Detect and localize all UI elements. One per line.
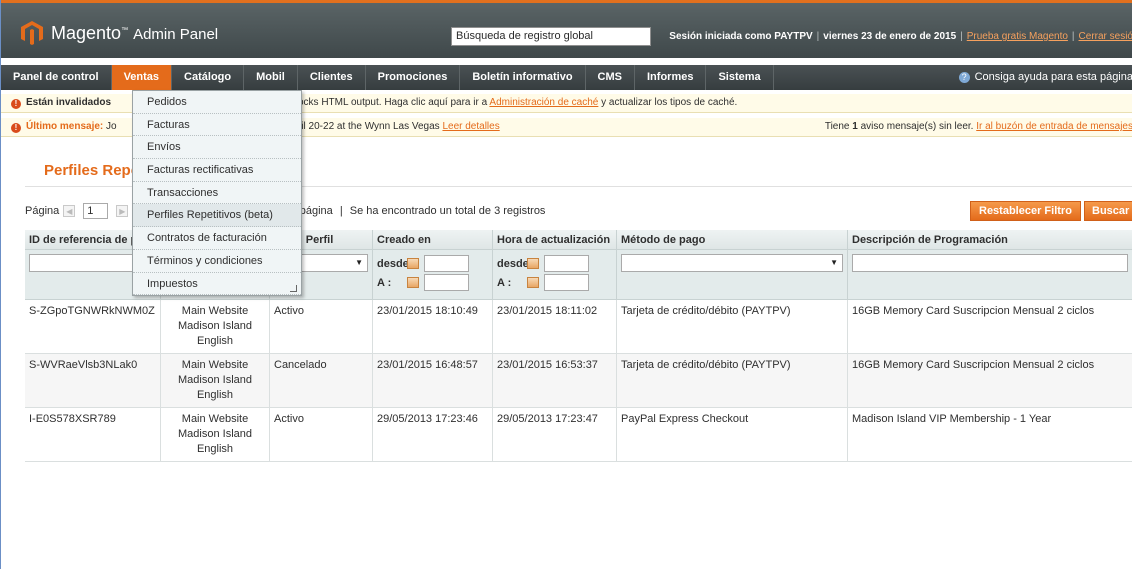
cell-updated: 29/05/2013 17:23:47: [493, 408, 617, 461]
nav-system[interactable]: Sistema: [706, 65, 774, 90]
cell-method: PayPal Express Checkout: [617, 408, 848, 461]
nav-dashboard[interactable]: Panel de control: [1, 65, 112, 90]
cell-description: 16GB Memory Card Suscripcion Mensual 2 c…: [848, 300, 1132, 353]
nav-catalog[interactable]: Catálogo: [172, 65, 245, 90]
session-date: viernes 23 de enero de 2015: [823, 31, 957, 42]
page-number-input[interactable]: 1: [83, 203, 109, 219]
message-body: ril 20-22 at the Wynn Las Vegas Leer det…: [298, 121, 500, 132]
warning-icon: !: [11, 123, 21, 133]
table-row[interactable]: S-ZGpoTGNWRkNWM0Z Main Website Madison Is…: [25, 300, 1132, 354]
pager: Página ◀ 1 ▶: [25, 203, 132, 219]
nav-newsletter[interactable]: Boletín informativo: [460, 65, 586, 90]
menu-item-transactions[interactable]: Transacciones: [133, 182, 301, 205]
notice-body: ocks HTML output. Haga clic aquí para ir…: [298, 97, 738, 108]
session-info: Sesión iniciada como PAYTPV | viernes 23 d…: [669, 31, 1132, 42]
cache-admin-link[interactable]: Administración de caché: [489, 97, 598, 108]
menu-item-shipments[interactable]: Envíos: [133, 136, 301, 160]
cell-created: 23/01/2015 16:48:57: [373, 354, 493, 407]
created-from-input[interactable]: [424, 255, 469, 272]
menu-item-credit-memos[interactable]: Facturas rectificativas: [133, 159, 301, 182]
help-label: Consiga ayuda para esta página: [974, 71, 1132, 83]
prev-page-icon[interactable]: ◀: [63, 205, 76, 217]
filter-description-input[interactable]: [852, 254, 1128, 272]
updated-to-input[interactable]: [544, 274, 589, 291]
cell-description: Madison Island VIP Membership - 1 Year: [848, 408, 1132, 461]
filter-method-select[interactable]: ▼: [621, 254, 843, 272]
cell-description: 16GB Memory Card Suscripcion Mensual 2 c…: [848, 354, 1132, 407]
help-icon: ?: [958, 72, 970, 83]
cell-reference-id: S-ZGpoTGNWRkNWM0Z: [25, 300, 161, 353]
nav-sales[interactable]: Ventas: [111, 65, 173, 90]
menu-item-orders[interactable]: Pedidos: [133, 91, 301, 114]
reset-filter-button[interactable]: Restablecer Filtro: [970, 201, 1081, 221]
cell-method: Tarjeta de crédito/débito (PAYTPV): [617, 300, 848, 353]
cell-updated: 23/01/2015 18:11:02: [493, 300, 617, 353]
trial-link[interactable]: Prueba gratis Magento: [967, 31, 1068, 42]
help-link[interactable]: ? Consiga ayuda para esta página: [958, 65, 1132, 90]
header-bar: Magento™ Admin Panel Búsqueda de registr…: [1, 0, 1132, 58]
cell-status: Activo: [270, 300, 373, 353]
menu-item-recurring-profiles[interactable]: Perfiles Repetitivos (beta): [133, 204, 301, 228]
pager-info: r página | Se ha encontrado un total de …: [293, 205, 546, 217]
cell-created: 23/01/2015 18:10:49: [373, 300, 493, 353]
magento-logo[interactable]: Magento™ Admin Panel: [21, 21, 218, 45]
cell-status: Activo: [270, 408, 373, 461]
menu-item-billing-agreements[interactable]: Contratos de facturación: [133, 227, 301, 250]
resize-handle-icon: [290, 285, 297, 293]
page-title: Perfiles Repet: [44, 162, 145, 179]
menu-item-terms-conditions[interactable]: Términos y condiciones: [133, 250, 301, 273]
search-button[interactable]: Buscar: [1084, 201, 1132, 221]
pager-label: Página: [25, 205, 60, 217]
cell-updated: 23/01/2015 16:53:37: [493, 354, 617, 407]
admin-window: Magento™ Admin Panel Búsqueda de registr…: [0, 0, 1132, 569]
last-message-label: Último mensaje:: [26, 121, 104, 132]
nav-reports[interactable]: Informes: [635, 65, 707, 90]
cell-status: Cancelado: [270, 354, 373, 407]
created-to-input[interactable]: [424, 274, 469, 291]
menu-item-taxes[interactable]: Impuestos: [133, 273, 301, 296]
nav-cms[interactable]: CMS: [586, 65, 635, 90]
unread-messages: Tiene 1 aviso mensaje(s) sin leer. Ir al…: [824, 121, 1132, 132]
cell-reference-id: S-WVRaeVlsb3NLak0: [25, 354, 161, 407]
sales-dropdown-menu: Pedidos Facturas Envíos Facturas rectifi…: [132, 90, 302, 297]
logout-link[interactable]: Cerrar sesió: [1079, 31, 1132, 42]
nav-customers[interactable]: Clientes: [298, 65, 366, 90]
read-details-link[interactable]: Leer detalles: [442, 121, 499, 132]
inbox-link[interactable]: Ir al buzón de entrada de mensajes: [976, 121, 1132, 132]
cell-store: Main Website Madison Island English: [161, 354, 270, 407]
calendar-icon[interactable]: [407, 277, 419, 288]
magento-logo-icon: [21, 21, 43, 45]
col-created-at[interactable]: Creado en: [373, 230, 493, 249]
cell-store: Main Website Madison Island English: [161, 408, 270, 461]
nav-promotions[interactable]: Promociones: [366, 65, 461, 90]
menu-item-invoices[interactable]: Facturas: [133, 114, 301, 137]
notice-title: Están invalidados: [26, 97, 112, 108]
calendar-icon[interactable]: [527, 277, 539, 288]
global-search-input[interactable]: Búsqueda de registro global: [451, 27, 651, 46]
nav-mobile[interactable]: Mobil: [244, 65, 298, 90]
main-nav: Panel de control Ventas Catálogo Mobil C…: [1, 65, 1132, 90]
table-row[interactable]: S-WVRaeVlsb3NLak0 Main Website Madison Is…: [25, 354, 1132, 408]
col-payment-method[interactable]: Método de pago: [617, 230, 848, 249]
warning-icon: !: [11, 99, 21, 109]
cell-reference-id: I-E0S578XSR789: [25, 408, 161, 461]
session-user: Sesión iniciada como PAYTPV: [669, 31, 813, 42]
next-page-icon[interactable]: ▶: [116, 205, 129, 217]
records-count: Se ha encontrado un total de 3 registros: [349, 205, 546, 217]
cell-store: Main Website Madison Island English: [161, 300, 270, 353]
updated-from-input[interactable]: [544, 255, 589, 272]
col-schedule-description[interactable]: Descripción de Programación: [848, 230, 1132, 249]
logo-subtitle: Admin Panel: [133, 25, 219, 43]
cell-method: Tarjeta de crédito/débito (PAYTPV): [617, 354, 848, 407]
cell-created: 29/05/2013 17:23:46: [373, 408, 493, 461]
calendar-icon[interactable]: [407, 258, 419, 269]
calendar-icon[interactable]: [527, 258, 539, 269]
col-updated-at[interactable]: Hora de actualización: [493, 230, 617, 249]
logo-title: Magento™ Admin Panel: [51, 22, 219, 43]
table-row[interactable]: I-E0S578XSR789 Main Website Madison Islan…: [25, 408, 1132, 462]
